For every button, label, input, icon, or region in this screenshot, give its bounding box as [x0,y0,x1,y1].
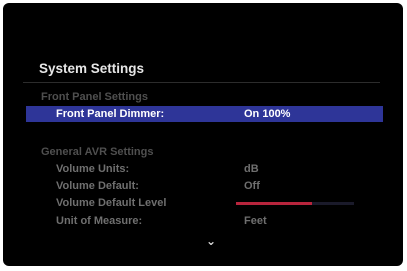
setting-value: Off [244,180,260,192]
setting-label: Volume Units: [56,163,130,175]
setting-row-volume-default[interactable]: Volume Default: Off [3,179,403,195]
volume-level-slider[interactable] [236,202,354,205]
settings-screen: System Settings Front Panel Settings Fro… [3,3,403,266]
setting-label: Volume Default: [56,180,139,192]
setting-label: Volume Default Level [56,197,167,209]
setting-value: Feet [244,215,267,227]
title-divider [23,82,380,83]
setting-value: On 100% [244,108,291,120]
volume-level-fill [236,202,312,205]
setting-value: dB [244,163,259,175]
section-header-general-avr: General AVR Settings [41,146,154,158]
setting-label: Front Panel Dimmer: [56,108,165,120]
setting-row-volume-units[interactable]: Volume Units: dB [3,162,403,178]
chevron-down-icon[interactable]: ⌄ [206,234,216,248]
setting-label: Unit of Measure: [56,215,143,227]
page-title: System Settings [39,61,145,76]
setting-row-unit-of-measure[interactable]: Unit of Measure: Feet [3,214,403,230]
setting-row-front-panel-dimmer[interactable]: Front Panel Dimmer: On 100% [3,107,403,123]
section-header-front-panel: Front Panel Settings [41,91,148,103]
